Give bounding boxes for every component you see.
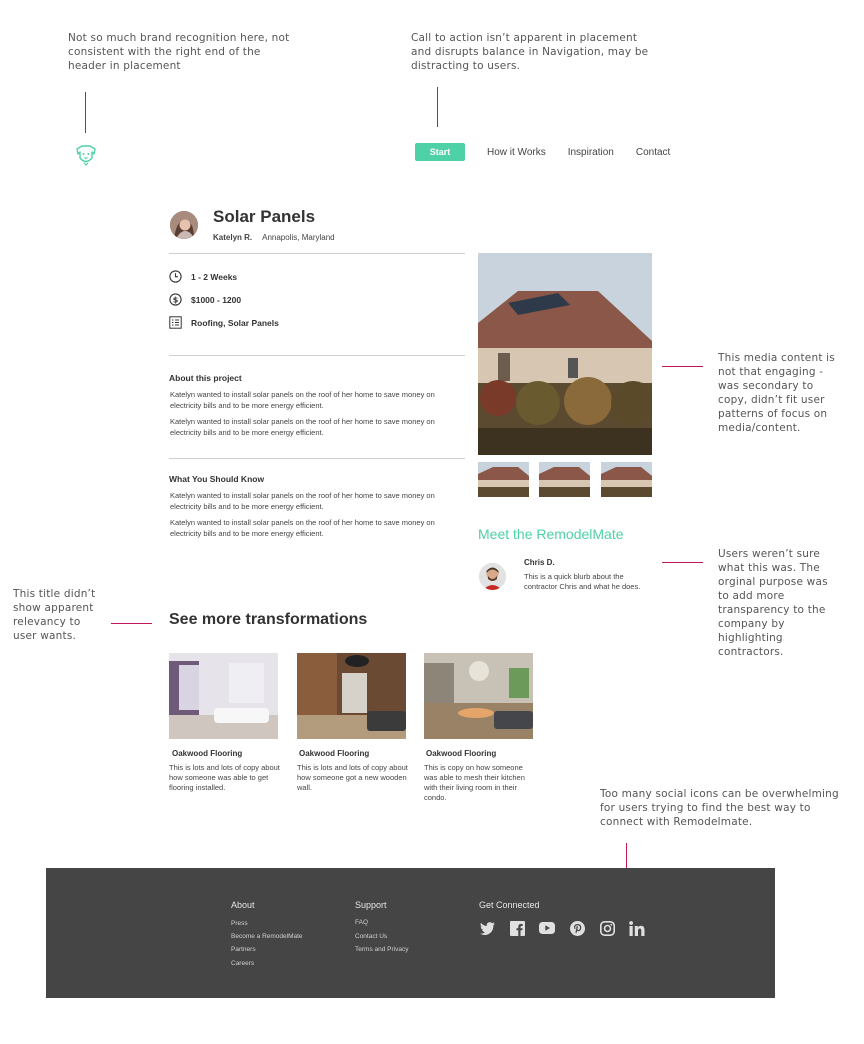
site-footer — [46, 868, 775, 998]
about-title: About this project — [169, 373, 242, 383]
annotation-line-media — [662, 366, 703, 367]
footer-link-terms-privacy[interactable]: Terms and Privacy — [355, 946, 408, 953]
footer-about-heading: About — [231, 900, 255, 910]
project-hero-image[interactable] — [478, 253, 652, 455]
annotation-line-contractor — [662, 562, 703, 563]
about-paragraph-1: Katelyn wanted to install solar panels o… — [170, 390, 435, 410]
nav-contact[interactable]: Contact — [636, 147, 670, 158]
dollar-icon: $ — [169, 293, 182, 306]
transformation-card-title-1[interactable]: Oakwood Flooring — [172, 749, 242, 758]
annotation-cta: Call to action isn’t apparent in placeme… — [411, 32, 649, 72]
project-thumbnail-1[interactable] — [478, 462, 529, 497]
meta-budget: $ $1000 - 1200 — [169, 293, 241, 306]
know-paragraph-2: Katelyn wanted to install solar panels o… — [170, 518, 435, 538]
annotation-social: Too many social icons can be overwhelmin… — [600, 788, 839, 828]
footer-link-faq[interactable]: FAQ — [355, 919, 368, 926]
author-location: Annapolis, Maryland — [262, 233, 335, 242]
project-byline: Katelyn R. Annapolis, Maryland — [213, 233, 335, 242]
annotation-line-cta — [437, 87, 438, 127]
clock-icon — [169, 270, 182, 283]
footer-link-press[interactable]: Press — [231, 920, 248, 927]
remodelmate-logo-icon[interactable] — [73, 143, 99, 167]
annotation-media: This media content is not that engaging … — [718, 352, 835, 434]
project-title: Solar Panels — [213, 207, 316, 226]
know-paragraph-1: Katelyn wanted to install solar panels o… — [170, 491, 435, 511]
annotation-title: This title didn’t show apparent relevanc… — [13, 588, 96, 642]
budget-value: $1000 - 1200 — [191, 294, 242, 305]
category-value: Roofing, Solar Panels — [191, 317, 279, 328]
annotation-brand: Not so much brand recognition here, not … — [68, 32, 290, 72]
project-thumbnail-2[interactable] — [539, 462, 590, 497]
start-button[interactable]: Start — [415, 143, 465, 161]
annotation-contractor: Users weren’t sure what this was. The or… — [718, 548, 828, 658]
transformation-card-title-3[interactable]: Oakwood Flooring — [426, 749, 496, 758]
author-avatar — [170, 211, 198, 239]
transformations-heading: See more transformations — [169, 611, 368, 628]
social-icons — [479, 920, 659, 936]
transformation-card-desc-3: This is copy on how someone was able to … — [424, 763, 525, 802]
transformation-card-image-1[interactable] — [169, 653, 278, 739]
divider-low — [169, 458, 465, 459]
remodelmate-heading: Meet the RemodelMate — [478, 526, 624, 542]
list-icon — [169, 316, 182, 329]
footer-link-careers[interactable]: Careers — [231, 960, 254, 967]
footer-support-heading: Support — [355, 900, 387, 910]
know-title: What You Should Know — [169, 474, 265, 484]
contractor-blurb: This is a quick blurb about the contract… — [524, 572, 641, 591]
contractor-avatar[interactable] — [479, 563, 506, 590]
footer-link-become-remodelmate[interactable]: Become a RemodelMate — [231, 933, 303, 940]
meta-duration: 1 - 2 Weeks — [169, 270, 237, 283]
footer-connect-heading: Get Connected — [479, 900, 540, 910]
about-paragraph-2: Katelyn wanted to install solar panels o… — [170, 417, 435, 437]
author-name[interactable]: Katelyn R. — [213, 233, 252, 242]
project-thumbnail-3[interactable] — [601, 462, 652, 497]
divider-top — [169, 253, 465, 254]
divider-mid — [169, 355, 465, 356]
transformation-card-image-3[interactable] — [424, 653, 533, 739]
transformation-card-title-2[interactable]: Oakwood Flooring — [299, 749, 369, 758]
linkedin-icon[interactable] — [629, 920, 645, 936]
transformation-card-desc-1: This is lots and lots of copy about how … — [169, 763, 280, 792]
contractor-name[interactable]: Chris D. — [524, 558, 555, 567]
footer-link-contact-us[interactable]: Contact Us — [355, 933, 387, 940]
twitter-icon[interactable] — [479, 920, 495, 936]
annotation-line-brand — [85, 92, 86, 133]
annotation-line-title — [111, 623, 152, 624]
duration-value: 1 - 2 Weeks — [191, 271, 238, 282]
facebook-icon[interactable] — [509, 920, 525, 936]
youtube-icon[interactable] — [539, 920, 555, 936]
transformation-card-desc-2: This is lots and lots of copy about how … — [297, 763, 408, 792]
meta-category: Roofing, Solar Panels — [169, 316, 279, 329]
instagram-icon[interactable] — [599, 920, 615, 936]
main-nav: Start How it Works Inspiration Contact — [415, 143, 670, 161]
pinterest-icon[interactable] — [569, 920, 585, 936]
footer-link-partners[interactable]: Partners — [231, 946, 256, 953]
nav-inspiration[interactable]: Inspiration — [568, 147, 614, 158]
nav-how-it-works[interactable]: How it Works — [487, 147, 546, 158]
svg-text:$: $ — [173, 295, 179, 304]
transformation-card-image-2[interactable] — [297, 653, 406, 739]
